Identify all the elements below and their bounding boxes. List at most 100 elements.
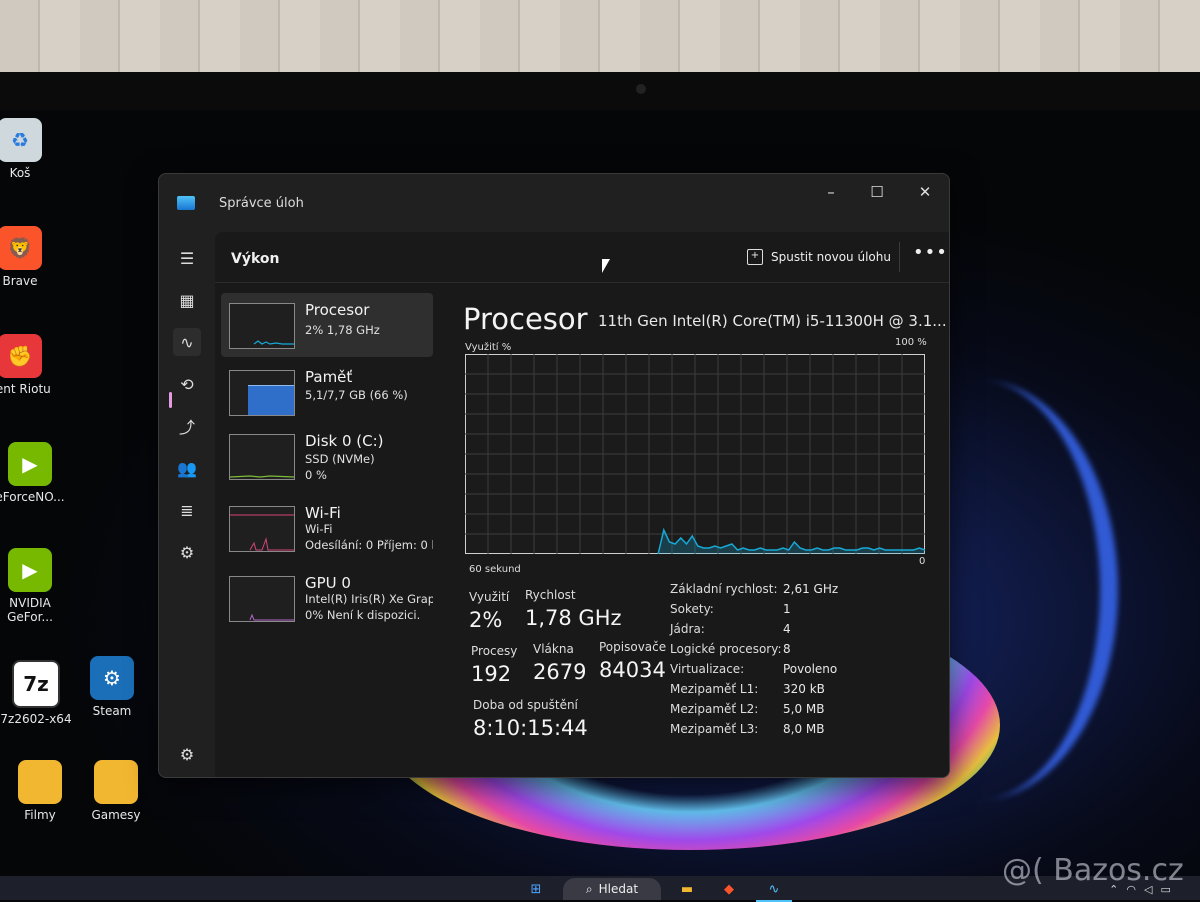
start-icon[interactable]: ⊞ [520, 878, 552, 900]
spec-value: 8 [783, 642, 791, 656]
desktop-icon-label: lient Riotu [0, 382, 51, 396]
processes-value: 192 [471, 662, 512, 686]
device-item-disk[interactable]: Disk 0 (C:) SSD (NVMe) 0 % [221, 424, 433, 488]
uptime-label: Doba od spuštění [473, 698, 578, 712]
device-item-memory[interactable]: Paměť 5,1/7,7 GB (66 %) [221, 360, 433, 424]
graph-y-label: Využití % [465, 342, 512, 353]
steam-icon: ⚙ [90, 656, 134, 700]
7zip-icon: 7z [12, 660, 60, 708]
desktop-icon-label: Brave [2, 274, 38, 288]
users-icon[interactable]: 👥 [173, 454, 201, 482]
desktop-icon-recycle-bin[interactable]: ♻ Koš [0, 118, 62, 180]
page-title: Výkon [231, 251, 280, 267]
title-bar[interactable]: Správce úloh – ☐ ✕ [159, 174, 949, 232]
detail-title: Procesor [463, 302, 588, 336]
nav-rail: ☰ ▦ ∿ ⟲ ⤴ 👥 ≣ ⚙ ⚙ [159, 232, 215, 777]
desktop-icon-label: Koš [9, 166, 31, 180]
mouse-cursor [602, 259, 610, 273]
webcam [636, 84, 646, 94]
brave-taskbar-icon[interactable]: ◆ [714, 878, 744, 900]
device-name: GPU 0 [305, 574, 351, 592]
graph-max-label: 100 % [895, 337, 927, 348]
uptime-value: 8:10:15:44 [473, 716, 588, 740]
utilization-label: Využití [469, 590, 510, 604]
maximize-button[interactable]: ☐ [855, 178, 899, 206]
hamburger-icon[interactable]: ☰ [173, 244, 201, 272]
startup-icon[interactable]: ⤴ [173, 412, 201, 440]
gpu-thumbnail-graph [249, 613, 294, 621]
device-item-wifi[interactable]: Wi-Fi Wi-Fi Odesílání: 0 Příjem: 0 kl [221, 496, 433, 560]
spec-key: Virtualizace: [670, 662, 745, 676]
search-box[interactable]: ⌕ Hledat [563, 878, 661, 900]
desktop-icon-label: Steam [92, 704, 132, 718]
performance-icon[interactable]: ∿ [173, 328, 201, 356]
wifi-thumbnail [229, 506, 295, 552]
desktop-icon-geforce-now[interactable]: ▶ eForceNO... [0, 442, 72, 504]
wifi-thumbnail-graph [230, 514, 294, 551]
desktop-icon-label: Gamesy [91, 808, 141, 822]
spec-value: 8,0 MB [783, 722, 825, 736]
processes-label: Procesy [471, 644, 518, 658]
file-explorer-icon[interactable]: ▬ [672, 878, 702, 900]
cpu-thumbnail-graph [253, 340, 294, 345]
window-title: Správce úloh [219, 196, 304, 211]
threads-value: 2679 [533, 660, 587, 684]
minimize-button[interactable]: – [809, 178, 853, 206]
spec-key: Logické procesory: [670, 642, 782, 656]
speed-label: Rychlost [525, 588, 576, 602]
utilization-value: 2% [469, 608, 503, 632]
threads-label: Vlákna [533, 642, 574, 656]
device-status: 0% Není k dispozici. [305, 608, 421, 622]
device-item-cpu[interactable]: Procesor 2% 1,78 GHz [221, 293, 433, 357]
desktop-icon-riot-client[interactable]: ✊ lient Riotu [0, 334, 62, 396]
desktop-icon-nvidia-geforce[interactable]: ▶ NVIDIA GeFor... [0, 548, 72, 624]
task-manager-window[interactable]: Správce úloh – ☐ ✕ ☰ ▦ ∿ ⟲ ⤴ 👥 ≣ ⚙ ⚙ Výk… [158, 173, 950, 778]
desktop-icon-gamesy[interactable]: Gamesy [74, 760, 158, 822]
cpu-model-name: 11th Gen Intel(R) Core(TM) i5-11300H @ 3… [598, 312, 947, 330]
device-item-gpu[interactable]: GPU 0 Intel(R) Iris(R) Xe Grap... 0% Nen… [221, 566, 433, 630]
background-wall [0, 0, 1200, 72]
desktop-icon-brave[interactable]: 🦁 Brave [0, 226, 62, 288]
close-button[interactable]: ✕ [903, 178, 947, 206]
device-name: Procesor [305, 301, 370, 319]
speed-value: 1,78 GHz [525, 606, 622, 630]
run-new-task-label: Spustit novou úlohu [771, 250, 891, 264]
device-status: Odesílání: 0 Příjem: 0 kl [305, 538, 433, 552]
device-type: Intel(R) Iris(R) Xe Grap... [305, 592, 433, 606]
active-indicator [169, 392, 172, 408]
desktop-icon-steam[interactable]: ⚙ Steam [70, 656, 154, 718]
settings-icon[interactable]: ⚙ [173, 740, 201, 768]
header-divider [899, 242, 900, 272]
desktop-icon-label: NVIDIA GeFor... [7, 596, 53, 624]
folder-icon [18, 760, 62, 804]
disk-thumbnail [229, 434, 295, 480]
new-task-icon: + [747, 249, 763, 265]
processes-icon[interactable]: ▦ [173, 286, 201, 314]
task-manager-taskbar-icon[interactable]: ∿ [756, 878, 792, 902]
watermark: @( Bazos.cz [1002, 853, 1184, 888]
history-icon[interactable]: ⟲ [173, 370, 201, 398]
search-icon: ⌕ [585, 881, 593, 896]
memory-fill [248, 384, 294, 415]
desktop-icon-label: eForceNO... [0, 490, 65, 504]
device-status: 0 % [305, 468, 327, 482]
nvidia-icon: ▶ [8, 548, 52, 592]
run-new-task-button[interactable]: + Spustit novou úlohu [747, 244, 891, 270]
device-name: Paměť [305, 368, 353, 386]
spec-value: 2,61 GHz [783, 582, 839, 596]
nvidia-icon: ▶ [8, 442, 52, 486]
details-icon[interactable]: ≣ [173, 496, 201, 524]
desktop-icon-7zip[interactable]: 7z 7z2602-x64 [0, 660, 78, 726]
spec-value: 5,0 MB [783, 702, 825, 716]
device-name: Wi-Fi [305, 504, 341, 522]
monitor-bezel [0, 72, 1200, 110]
task-manager-app-icon [177, 196, 195, 210]
desktop-icon-label: Filmy [24, 808, 56, 822]
device-type: SSD (NVMe) [305, 452, 375, 466]
services-icon[interactable]: ⚙ [173, 538, 201, 566]
spec-value: Povoleno [783, 662, 838, 676]
spec-key: Jádra: [670, 622, 705, 636]
more-options-button[interactable]: ••• [913, 242, 948, 263]
device-status: 5,1/7,7 GB (66 %) [305, 388, 408, 402]
desktop-icon-filmy[interactable]: Filmy [0, 760, 82, 822]
